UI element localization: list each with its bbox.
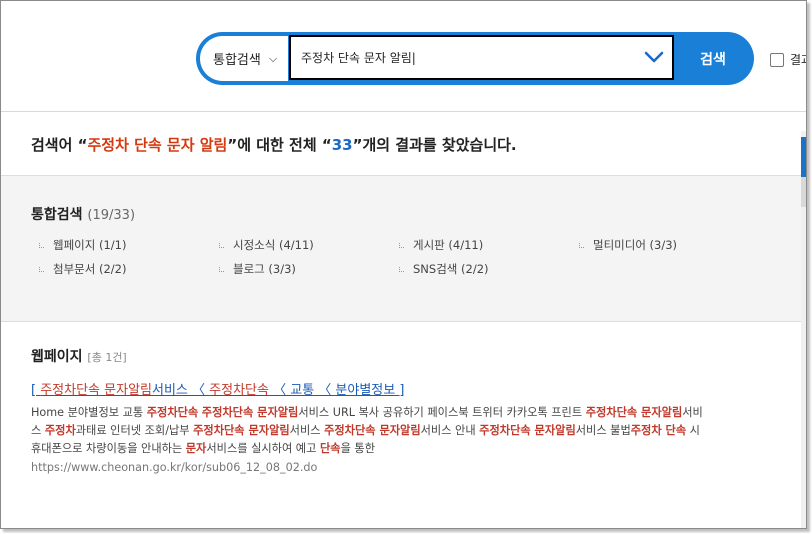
bullet-icon — [39, 267, 44, 272]
category-title-label: 통합검색 — [31, 207, 83, 223]
bullet-icon — [39, 243, 44, 248]
category-item-label: 첨부문서 (2/2) — [53, 262, 127, 276]
research-label: 결과 — [790, 53, 806, 67]
bullet-icon — [219, 243, 224, 248]
category-panel: 통합검색 (19/33) 웹페이지 (1/1) 시정소식 (4/11) 게시판 … — [1, 175, 801, 322]
result-url[interactable]: https://www.cheonan.go.kr/kor/sub06_12_0… — [31, 461, 317, 474]
desc-highlight: 주정차단속 문자알림 — [201, 406, 299, 419]
search-scope-select[interactable]: 통합검색 ⌵ — [200, 36, 288, 81]
category-item-board[interactable]: 게시판 (4/11) — [399, 237, 483, 253]
desc-highlight: 주정차단속 문자알림 — [324, 424, 421, 437]
desc-text: 과태료 인터넷 조회/납부 — [75, 424, 194, 437]
category-title: 통합검색 (19/33) — [31, 204, 135, 224]
link-highlight: 주정차단속 문자알림 — [40, 383, 152, 398]
desc-text: 서비스 — [289, 424, 325, 437]
summary-keyword: 주정차 단속 문자 알림 — [87, 136, 228, 154]
category-item-multimedia[interactable]: 멀티미디어 (3/3) — [579, 237, 677, 253]
category-item-label: 블로그 (3/3) — [233, 262, 296, 276]
search-summary: 검색어 “주정차 단속 문자 알림”에 대한 전체 “33”개의 결과를 찾았습… — [31, 134, 517, 155]
chevron-down-icon[interactable] — [644, 50, 664, 64]
chevron-down-icon: ⌵ — [268, 51, 278, 65]
desc-line: 스 주정차과태료 인터넷 조회/납부 주정차단속 문자알림서비스 주정차단속 문… — [31, 422, 766, 440]
category-item-label: SNS검색 (2/2) — [413, 262, 489, 276]
bullet-icon — [399, 243, 404, 248]
link-part: [ — [31, 383, 41, 398]
desc-text: 스 — [31, 424, 45, 437]
search-bar: 통합검색 ⌵ 검색 — [196, 32, 754, 85]
desc-text: 서비스를 실시하여 예고 — [206, 442, 320, 455]
desc-text: 시 — [686, 424, 700, 437]
webpage-section-title: 웹페이지 [총 1건] — [31, 346, 127, 366]
desc-highlight: 주정차단속 — [146, 406, 199, 419]
desc-highlight: 주정차단속 문자알림 — [193, 424, 290, 437]
category-item-sns[interactable]: SNS검색 (2/2) — [399, 261, 489, 277]
research-in-results[interactable]: 결과 — [770, 51, 806, 68]
section-total: [총 1건] — [87, 351, 127, 364]
desc-text: 을 통한 — [340, 442, 375, 455]
desc-highlight: 주정차단속 문자알림 — [585, 406, 683, 419]
desc-line: 휴대폰으로 차량이동을 안내하는 문자서비스를 실시하여 예고 단속을 통한 — [31, 440, 766, 458]
search-header: 통합검색 ⌵ 검색 결과 — [1, 1, 806, 112]
desc-text: 서비 — [682, 406, 703, 419]
link-part: 서비스 〈 — [152, 383, 210, 398]
search-input[interactable] — [289, 35, 674, 80]
search-scope-label: 통합검색 — [213, 53, 261, 68]
desc-text: 휴대폰으로 차량이동을 안내하는 — [31, 442, 186, 455]
browser-frame: 통합검색 ⌵ 검색 결과 검색어 “주정차 단속 문자 알림”에 대한 전체 “… — [0, 0, 807, 529]
research-checkbox[interactable] — [770, 52, 784, 67]
desc-text: 서비스 안내 — [420, 424, 480, 437]
result-title-link[interactable]: [ 주정차단속 문자알림서비스 〈 주정차단속 〈 교통 〈 분야별정보 ] — [31, 379, 404, 398]
category-item-label: 게시판 (4/11) — [413, 238, 484, 252]
scrollbar-thumb[interactable] — [801, 137, 806, 177]
desc-highlight: 주정차 단속 — [630, 424, 687, 437]
link-part: 〈 교통 〈 분야별정보 ] — [268, 383, 405, 398]
summary-suffix: ”개의 결과를 찾았습니다. — [352, 136, 517, 154]
scrollbar-segment — [801, 177, 806, 207]
summary-middle: ”에 대한 전체 “ — [227, 136, 332, 154]
summary-count: 33 — [331, 136, 353, 154]
bullet-icon — [399, 267, 404, 272]
summary-prefix: 검색어 “ — [31, 136, 88, 154]
desc-line: Home 분야별정보 교통 주정차단속 주정차단속 문자알림서비스 URL 복사… — [31, 404, 766, 422]
search-button[interactable]: 검색 — [676, 36, 750, 81]
category-item-attachments[interactable]: 첨부문서 (2/2) — [39, 261, 126, 277]
desc-highlight: 주정차단속 문자알림 — [479, 424, 576, 437]
desc-text: 서비스 불법 — [575, 424, 631, 437]
category-item-label: 시정소식 (4/11) — [233, 238, 314, 252]
desc-text: 서비스 URL 복사 공유하기 페이스북 트위터 카카오톡 프린트 — [298, 406, 586, 419]
desc-text: Home 분야별정보 교통 — [31, 406, 147, 419]
desc-highlight: 단속 — [319, 442, 341, 455]
category-item-label: 웹페이지 (1/1) — [53, 238, 127, 252]
desc-highlight: 문자 — [185, 442, 207, 455]
category-item-blog[interactable]: 블로그 (3/3) — [219, 261, 296, 277]
category-item-webpage[interactable]: 웹페이지 (1/1) — [39, 237, 126, 253]
link-highlight: 주정차단속 — [209, 383, 269, 398]
category-item-news[interactable]: 시정소식 (4/11) — [219, 237, 314, 253]
result-description: Home 분야별정보 교통 주정차단속 주정차단속 문자알림서비스 URL 복사… — [31, 404, 766, 458]
section-title-label: 웹페이지 — [31, 349, 83, 365]
bullet-icon — [579, 243, 584, 248]
bullet-icon — [219, 267, 224, 272]
desc-highlight: 주정차 — [44, 424, 76, 437]
category-item-label: 멀티미디어 (3/3) — [593, 238, 678, 252]
category-title-count: (19/33) — [87, 208, 136, 223]
